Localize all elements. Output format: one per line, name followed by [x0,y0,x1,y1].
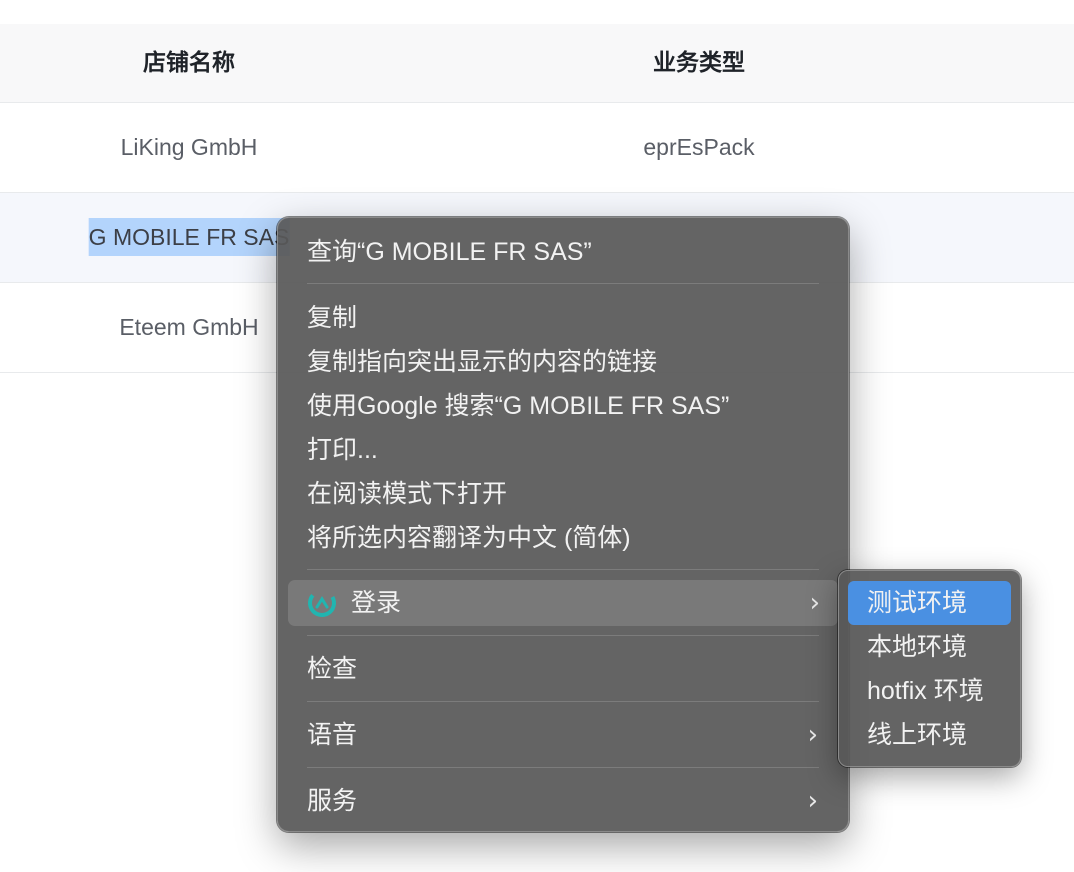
menu-separator [307,283,819,284]
column-header-shop-name[interactable]: 店铺名称 [143,24,235,102]
selected-text: G MOBILE FR SAS [88,218,290,256]
menu-item-speech[interactable]: 语音 › [278,713,848,757]
menu-item-translate[interactable]: 将所选内容翻译为中文 (简体) [278,516,848,560]
menu-separator [307,635,819,636]
cell-business-type: eprEsPack [643,134,755,160]
cell-shop-name: Eteem GmbH [119,314,259,340]
menu-item-services-label: 服务 [307,787,358,815]
menu-item-print[interactable]: 打印... [278,428,848,472]
submenu-item-local-env[interactable]: 本地环境 [848,625,1011,669]
login-submenu: 测试环境 本地环境 hotfix 环境 线上环境 [838,570,1021,767]
table-header: 店铺名称 业务类型 [0,24,1074,103]
menu-item-services[interactable]: 服务 › [278,779,848,823]
extension-app-icon [308,589,336,617]
menu-item-copy[interactable]: 复制 [278,296,848,340]
column-header-business-type[interactable]: 业务类型 [653,24,745,102]
submenu-item-test-env[interactable]: 测试环境 [848,581,1011,625]
context-menu: 查询“G MOBILE FR SAS” 复制 复制指向突出显示的内容的链接 使用… [277,217,849,832]
submenu-item-production-env[interactable]: 线上环境 [848,713,1011,757]
menu-item-lookup[interactable]: 查询“G MOBILE FR SAS” [278,230,848,274]
menu-item-login-label: 登录 [351,589,402,617]
menu-item-search-google[interactable]: 使用Google 搜索“G MOBILE FR SAS” [278,384,848,428]
chevron-right-icon: › [807,720,818,750]
menu-item-speech-label: 语音 [307,721,358,749]
menu-item-login[interactable]: 登录 › [288,580,838,626]
chevron-right-icon: › [809,588,820,618]
menu-separator [307,569,819,570]
menu-separator [307,767,819,768]
menu-item-reader-mode[interactable]: 在阅读模式下打开 [278,472,848,516]
cell-shop-name: LiKing GmbH [120,134,258,160]
table-row[interactable]: LiKing GmbH eprEsPack [0,103,1074,193]
menu-separator [307,701,819,702]
cell-shop-name-selected: G MOBILE FR SAS [88,193,290,282]
menu-item-copy-link[interactable]: 复制指向突出显示的内容的链接 [278,340,848,384]
chevron-right-icon: › [807,786,818,816]
menu-item-inspect[interactable]: 检查 [278,647,848,691]
submenu-item-hotfix-env[interactable]: hotfix 环境 [848,669,1011,713]
table-top-spacer [0,0,1074,24]
